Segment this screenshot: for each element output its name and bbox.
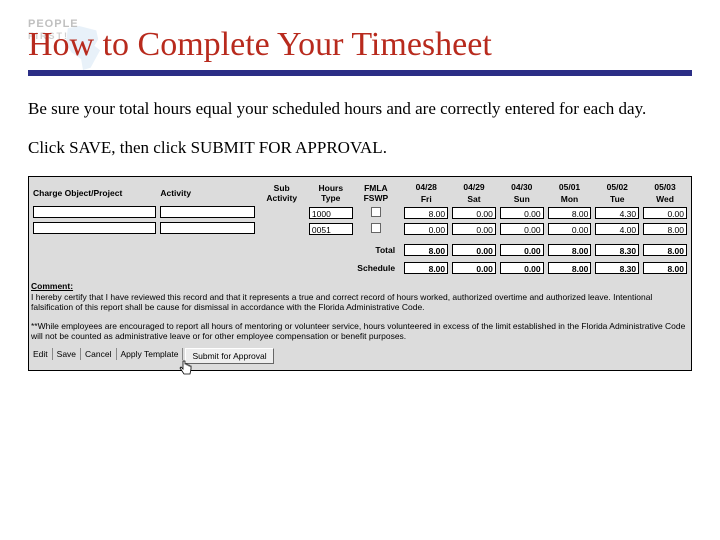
instruction-1: Be sure your total hours equal your sche… (28, 98, 692, 121)
table-row: 0051 0.00 0.00 0.00 0.00 4.00 8.00 (31, 221, 689, 237)
day-date-4: 05/02 (593, 181, 641, 193)
volunteer-note: **While employees are encouraged to repo… (31, 321, 689, 342)
hours-cell[interactable]: 8.00 (404, 207, 448, 219)
hours-cell[interactable]: 4.30 (595, 207, 639, 219)
comment-block: Comment: I hereby certify that I have re… (31, 281, 689, 342)
charge-input[interactable] (33, 222, 156, 234)
hours-cell[interactable]: 0.00 (452, 207, 496, 219)
total-label: Total (31, 243, 397, 257)
total-cell: 0.00 (500, 244, 544, 256)
activity-input[interactable] (160, 206, 254, 218)
comment-header: Comment: (31, 281, 689, 292)
day-date-5: 05/03 (641, 181, 689, 193)
hours-cell[interactable]: 0.00 (404, 223, 448, 235)
total-cell: 8.00 (548, 244, 592, 256)
timesheet-grid: Charge Object/Project Activity Sub Activ… (31, 181, 689, 275)
col-hours: Hours Type (307, 181, 355, 205)
total-row: Total 8.00 0.00 0.00 8.00 8.30 8.00 (31, 243, 689, 257)
timesheet-screenshot: Charge Object/Project Activity Sub Activ… (28, 176, 692, 371)
day-dow-4: Tue (593, 193, 641, 205)
col-fmla: FMLA FSWP (355, 181, 397, 205)
edit-button[interactable]: Edit (31, 348, 53, 360)
hours-type-input[interactable]: 0051 (309, 223, 353, 235)
charge-input[interactable] (33, 206, 156, 218)
day-dow-3: Mon (546, 193, 594, 205)
save-button[interactable]: Save (53, 348, 81, 360)
button-row: Edit Save Cancel Apply Template Submit f… (31, 348, 689, 364)
day-dow-2: Sun (498, 193, 546, 205)
apply-template-button[interactable]: Apply Template (117, 348, 184, 360)
table-row: 1000 8.00 0.00 0.00 8.00 4.30 0.00 (31, 205, 689, 221)
hours-cell[interactable]: 0.00 (548, 223, 592, 235)
hours-cell[interactable]: 0.00 (500, 207, 544, 219)
hours-cell[interactable]: 0.00 (452, 223, 496, 235)
page-title: How to Complete Your Timesheet (28, 26, 692, 64)
day-dow-1: Sat (450, 193, 498, 205)
total-cell: 8.00 (643, 244, 687, 256)
hours-cell[interactable]: 8.00 (548, 207, 592, 219)
submit-for-approval-button[interactable]: Submit for Approval (185, 348, 273, 364)
day-dow-5: Wed (641, 193, 689, 205)
schedule-cell: 8.30 (595, 262, 639, 274)
cancel-button[interactable]: Cancel (81, 348, 116, 360)
hours-cell[interactable]: 4.00 (595, 223, 639, 235)
schedule-cell: 8.00 (548, 262, 592, 274)
day-date-2: 04/30 (498, 181, 546, 193)
col-sub: Sub Activity (257, 181, 307, 205)
fmla-checkbox[interactable] (371, 223, 381, 233)
col-activity: Activity (158, 181, 256, 205)
day-dow-0: Fri (402, 193, 450, 205)
total-cell: 0.00 (452, 244, 496, 256)
day-date-1: 04/29 (450, 181, 498, 193)
col-charge: Charge Object/Project (31, 181, 158, 205)
day-date-0: 04/28 (402, 181, 450, 193)
schedule-cell: 8.00 (643, 262, 687, 274)
total-cell: 8.30 (595, 244, 639, 256)
activity-input[interactable] (160, 222, 254, 234)
hours-cell[interactable]: 0.00 (500, 223, 544, 235)
schedule-cell: 8.00 (404, 262, 448, 274)
hours-cell[interactable]: 0.00 (643, 207, 687, 219)
hours-type-input[interactable]: 1000 (309, 207, 353, 219)
fmla-checkbox[interactable] (371, 207, 381, 217)
cursor-hand-icon (179, 360, 193, 379)
hours-cell[interactable]: 8.00 (643, 223, 687, 235)
schedule-label: Schedule (31, 261, 397, 275)
schedule-cell: 0.00 (500, 262, 544, 274)
day-date-3: 05/01 (546, 181, 594, 193)
schedule-cell: 0.00 (452, 262, 496, 274)
certify-text: I hereby certify that I have reviewed th… (31, 292, 689, 313)
instruction-2: Click SAVE, then click SUBMIT FOR APPROV… (28, 137, 692, 160)
total-cell: 8.00 (404, 244, 448, 256)
schedule-row: Schedule 8.00 0.00 0.00 8.00 8.30 8.00 (31, 261, 689, 275)
title-rule (28, 70, 692, 76)
